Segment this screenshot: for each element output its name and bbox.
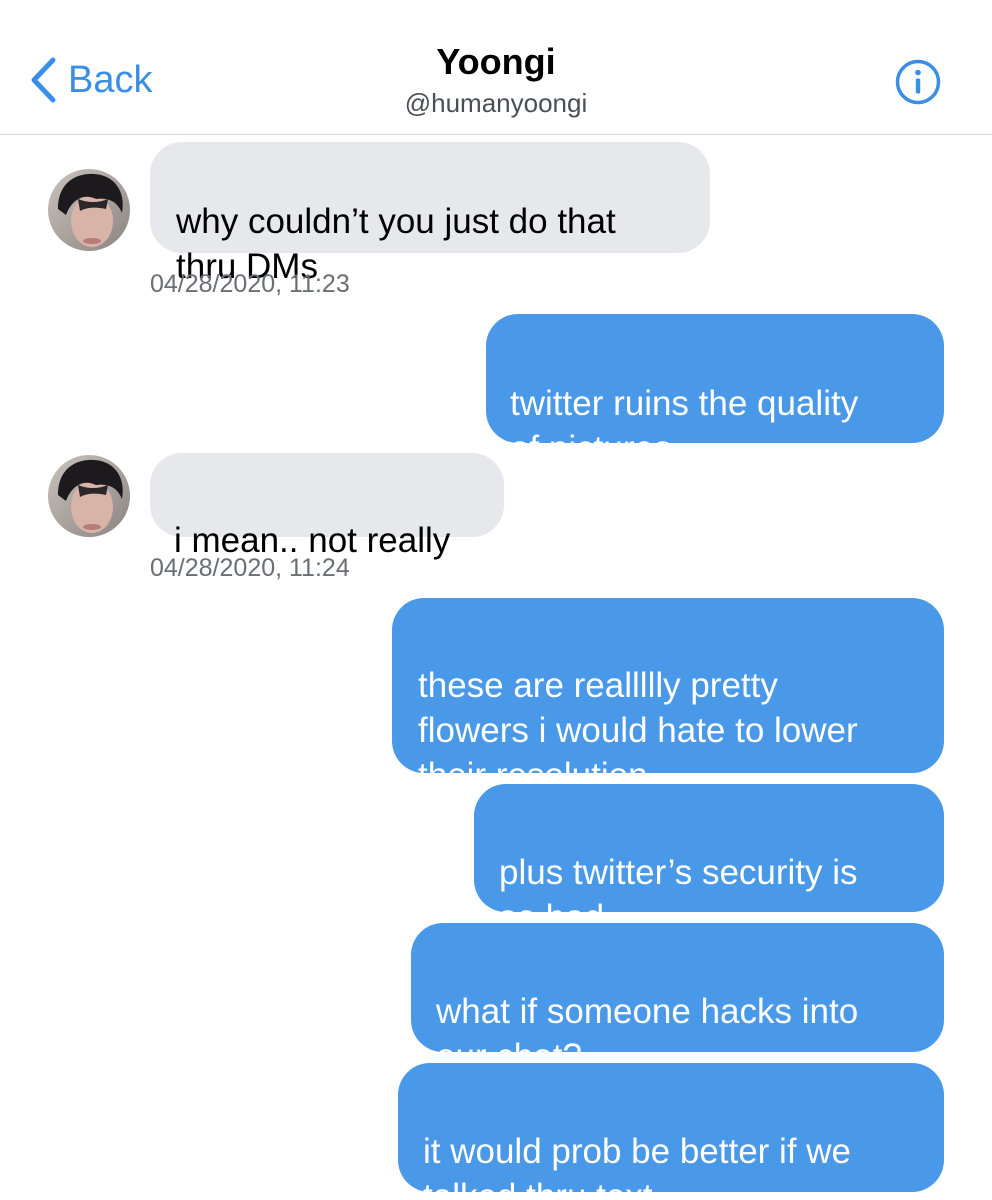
contact-name: Yoongi [436, 41, 556, 82]
message-text: twitter ruins the quality of pictures [510, 384, 859, 468]
message-bubble-outgoing[interactable]: plus twitter’s security is so bad [474, 784, 944, 937]
message-text: these are reallllly pretty flowers i wou… [418, 666, 858, 795]
message-bubble-outgoing[interactable]: it would prob be better if we talked thr… [398, 1063, 944, 1200]
chevron-left-icon [31, 57, 56, 103]
conversation-title: Yoongi @humanyoongi [296, 40, 696, 120]
message-bubble-outgoing[interactable]: twitter ruins the quality of pictures [486, 314, 944, 468]
message-timestamp: 04/28/2020, 11:23 [150, 270, 350, 298]
message-text: it would prob be better if we talked thr… [423, 1132, 852, 1200]
avatar[interactable] [48, 169, 130, 251]
back-label[interactable]: Back [68, 56, 152, 104]
message-bubble-outgoing[interactable]: what if someone hacks into our chat? [411, 923, 944, 1076]
avatar-photo [48, 455, 130, 537]
avatar[interactable] [48, 455, 130, 537]
message-bubble-incoming[interactable]: i mean.. not really [150, 453, 504, 560]
conversation-header: Back Yoongi @humanyoongi [0, 0, 992, 135]
avatar-photo [48, 169, 130, 251]
contact-handle: @humanyoongi [404, 88, 588, 118]
message-bubble-outgoing[interactable]: these are reallllly pretty flowers i wou… [392, 598, 944, 795]
dm-conversation-screen: Back Yoongi @humanyoongi why couldn’t yo… [0, 0, 992, 1200]
message-timestamp: 04/28/2020, 11:24 [150, 554, 350, 582]
back-button[interactable]: Back [28, 56, 152, 104]
message-bubble-incoming[interactable]: why couldn’t you just do that thru DMs [150, 142, 710, 286]
info-icon[interactable] [895, 59, 941, 105]
